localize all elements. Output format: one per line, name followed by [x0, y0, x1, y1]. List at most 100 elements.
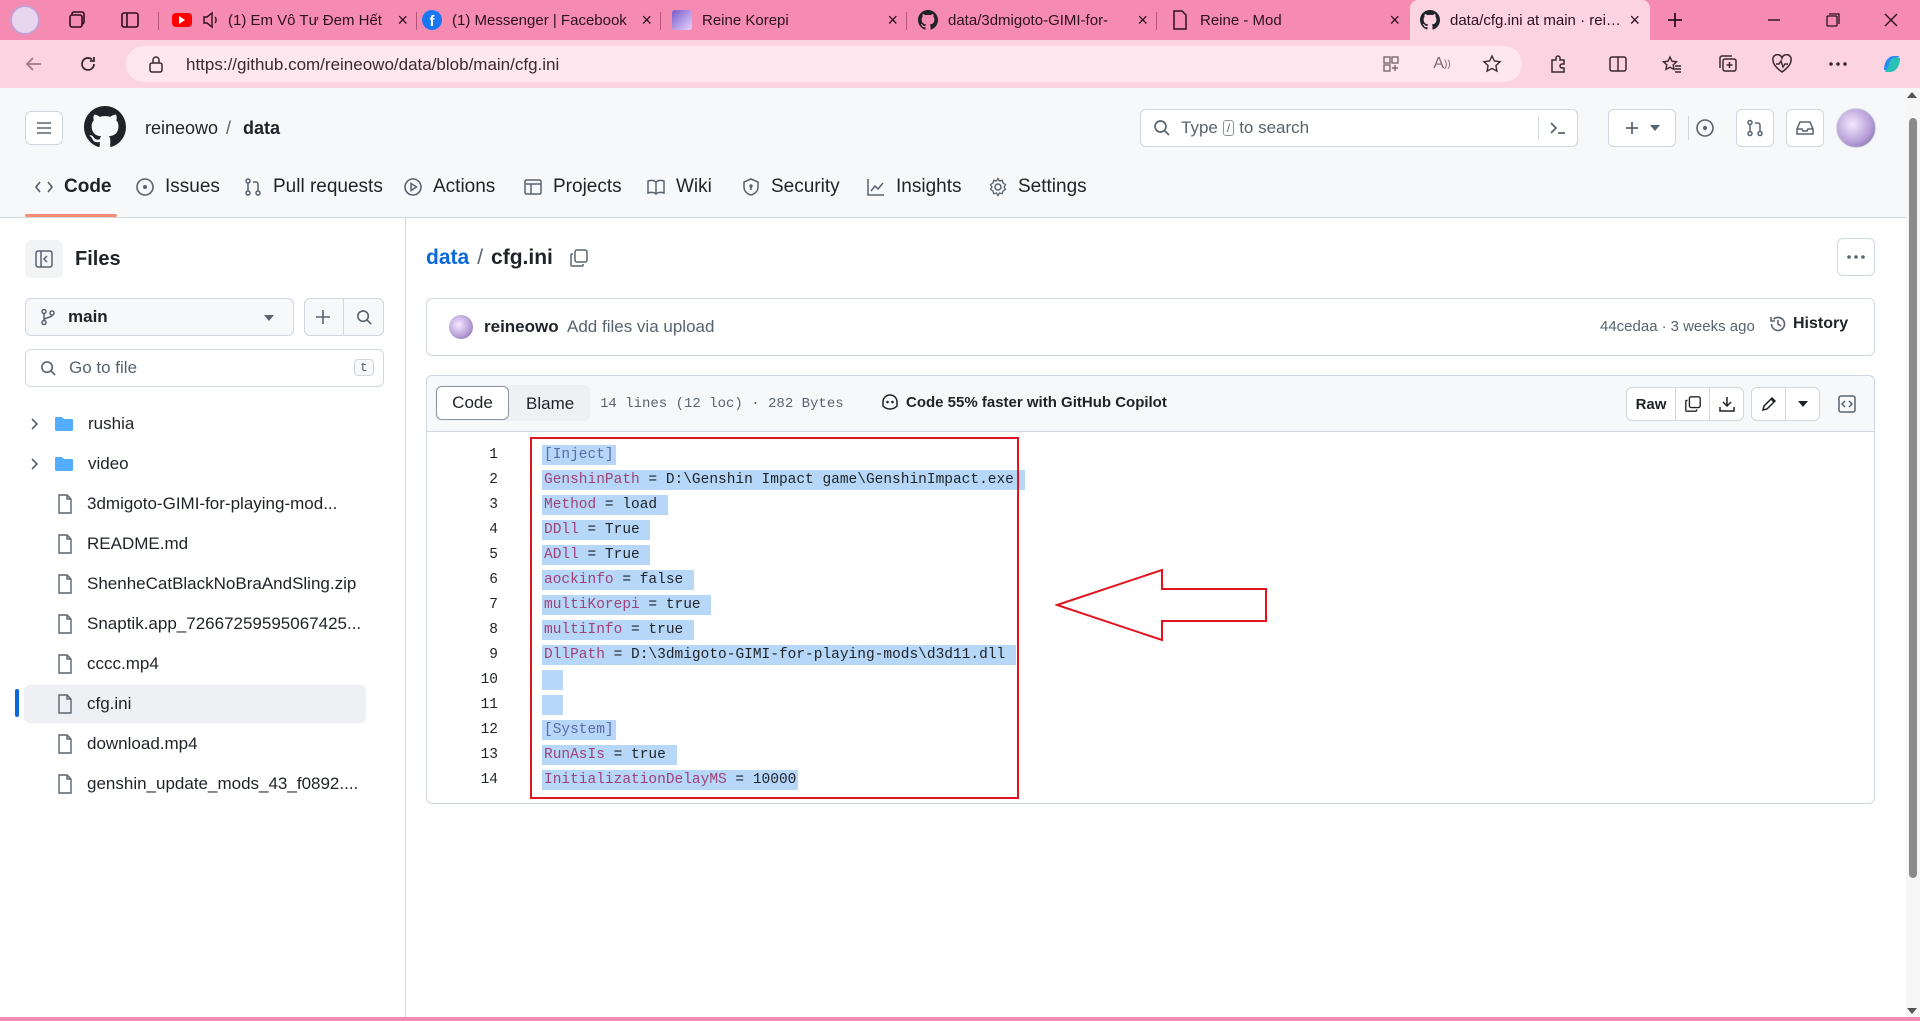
- create-new-button[interactable]: [1608, 109, 1676, 147]
- line-number[interactable]: 6: [428, 572, 498, 588]
- browser-tab[interactable]: data/cfg.ini at main · reine ×: [1410, 0, 1650, 40]
- browser-tab[interactable]: (1) Em Vô Tư Đem Hết ×: [162, 4, 418, 36]
- new-tab-button[interactable]: [1658, 6, 1692, 34]
- file-item[interactable]: ShenheCatBlackNoBraAndSling.zip: [24, 565, 366, 603]
- app-available-icon[interactable]: [1375, 48, 1407, 80]
- refresh-button[interactable]: [72, 48, 104, 80]
- history-button[interactable]: History: [1769, 315, 1848, 333]
- search-input[interactable]: Type / to search: [1140, 109, 1578, 147]
- search-icon[interactable]: [356, 309, 373, 326]
- edit-options-dropdown[interactable]: [1785, 387, 1820, 421]
- line-number[interactable]: 12: [428, 722, 498, 738]
- file-item[interactable]: Snaptik.app_72667259595067425...: [24, 605, 366, 643]
- speaker-icon[interactable]: [202, 11, 220, 29]
- close-tab-icon[interactable]: ×: [1629, 10, 1640, 31]
- line-number[interactable]: 9: [428, 647, 498, 663]
- tab-projects[interactable]: Projects: [523, 174, 622, 200]
- close-tab-icon[interactable]: ×: [1389, 10, 1400, 31]
- favorite-star-icon[interactable]: [1476, 48, 1508, 80]
- browser-tab[interactable]: data/3dmigoto-GIMI-for- ×: [908, 4, 1158, 36]
- download-raw-button[interactable]: [1709, 387, 1744, 421]
- read-aloud-icon[interactable]: A)): [1426, 48, 1458, 80]
- command-palette-icon[interactable]: [1549, 120, 1567, 136]
- tab-actions[interactable]: Actions: [403, 174, 495, 200]
- line-number[interactable]: 8: [428, 622, 498, 638]
- tab-actions-icon[interactable]: [114, 4, 146, 36]
- line-number[interactable]: 2: [428, 472, 498, 488]
- inbox-button[interactable]: [1786, 109, 1824, 147]
- back-button[interactable]: [18, 48, 50, 80]
- workspaces-icon[interactable]: [62, 4, 94, 36]
- issues-button[interactable]: [1686, 109, 1724, 147]
- browser-essentials-icon[interactable]: [1766, 48, 1798, 80]
- scroll-up-arrow[interactable]: [1907, 92, 1917, 98]
- tab-issues[interactable]: Issues: [135, 174, 220, 200]
- branch-selector[interactable]: main: [25, 298, 294, 336]
- tab-pull-requests[interactable]: Pull requests: [243, 174, 383, 200]
- browser-tab[interactable]: Reine - Mod ×: [1160, 4, 1410, 36]
- add-file-button[interactable]: [304, 298, 384, 336]
- github-logo-icon[interactable]: [84, 106, 126, 148]
- edit-file-button[interactable]: [1751, 387, 1786, 421]
- close-tab-icon[interactable]: ×: [887, 10, 898, 31]
- tab-settings[interactable]: Settings: [988, 174, 1087, 200]
- collapse-sidebar-button[interactable]: [25, 240, 63, 278]
- blame-tab-button[interactable]: Blame: [526, 394, 574, 414]
- tab-code[interactable]: Code: [34, 174, 112, 200]
- code-tab-button[interactable]: Code: [436, 386, 509, 420]
- restore-button[interactable]: [1816, 6, 1850, 34]
- scrollbar-thumb[interactable]: [1909, 118, 1917, 878]
- file-item[interactable]: 3dmigoto-GIMI-for-playing-mod...: [24, 485, 366, 523]
- line-number[interactable]: 5: [428, 547, 498, 563]
- split-screen-icon[interactable]: [1602, 48, 1634, 80]
- chevron-right-icon[interactable]: [30, 457, 40, 471]
- favorites-icon[interactable]: [1656, 48, 1688, 80]
- tab-wiki[interactable]: Wiki: [646, 174, 712, 200]
- profile-avatar-icon[interactable]: [10, 5, 40, 35]
- line-number[interactable]: 14: [428, 772, 498, 788]
- file-item[interactable]: genshin_update_mods_43_f0892....: [24, 765, 366, 803]
- hamburger-menu-button[interactable]: [25, 111, 63, 145]
- file-item[interactable]: download.mp4: [24, 725, 366, 763]
- close-window-button[interactable]: [1874, 6, 1908, 34]
- copy-raw-button[interactable]: [1675, 387, 1710, 421]
- chevron-right-icon[interactable]: [30, 417, 40, 431]
- commit-author[interactable]: reineowo: [484, 317, 559, 337]
- folder-item[interactable]: video: [24, 445, 366, 483]
- line-number[interactable]: 3: [428, 497, 498, 513]
- file-item[interactable]: README.md: [24, 525, 366, 563]
- minimize-button[interactable]: [1757, 6, 1791, 34]
- copy-path-icon[interactable]: [569, 248, 589, 268]
- file-item[interactable]: cfg.ini: [24, 685, 366, 723]
- more-options-button[interactable]: [1837, 238, 1875, 276]
- browser-tab[interactable]: Reine Korepi ×: [662, 4, 908, 36]
- repo-owner-link[interactable]: reineowo: [145, 118, 218, 139]
- close-tab-icon[interactable]: ×: [1137, 10, 1148, 31]
- more-menu-icon[interactable]: [1822, 48, 1854, 80]
- line-number[interactable]: 7: [428, 597, 498, 613]
- user-avatar[interactable]: [1836, 108, 1876, 148]
- extensions-icon[interactable]: [1542, 48, 1574, 80]
- lock-icon[interactable]: [140, 48, 172, 80]
- commit-message[interactable]: Add files via upload: [567, 317, 714, 337]
- pull-requests-button[interactable]: [1736, 109, 1774, 147]
- commit-sha[interactable]: 44cedaa: [1600, 318, 1658, 335]
- raw-button[interactable]: Raw: [1626, 387, 1676, 421]
- collections-icon[interactable]: [1712, 48, 1744, 80]
- line-number[interactable]: 13: [428, 747, 498, 763]
- close-tab-icon[interactable]: ×: [397, 10, 408, 31]
- folder-item[interactable]: rushia: [24, 405, 366, 443]
- repo-name-link[interactable]: data: [243, 118, 280, 139]
- file-item[interactable]: cccc.mp4: [24, 645, 366, 683]
- line-number[interactable]: 1: [428, 447, 498, 463]
- line-number[interactable]: 4: [428, 522, 498, 538]
- line-number[interactable]: 11: [428, 697, 498, 713]
- copilot-icon[interactable]: [1876, 48, 1908, 80]
- url-text[interactable]: https://github.com/reineowo/data/blob/ma…: [186, 55, 559, 75]
- copilot-promo-link[interactable]: Code 55% faster with GitHub Copilot: [880, 393, 1167, 411]
- close-tab-icon[interactable]: ×: [641, 10, 652, 31]
- breadcrumb-repo-link[interactable]: data: [426, 246, 469, 270]
- symbols-panel-button[interactable]: [1829, 387, 1864, 421]
- scroll-down-arrow[interactable]: [1907, 1008, 1917, 1014]
- line-number[interactable]: 10: [428, 672, 498, 688]
